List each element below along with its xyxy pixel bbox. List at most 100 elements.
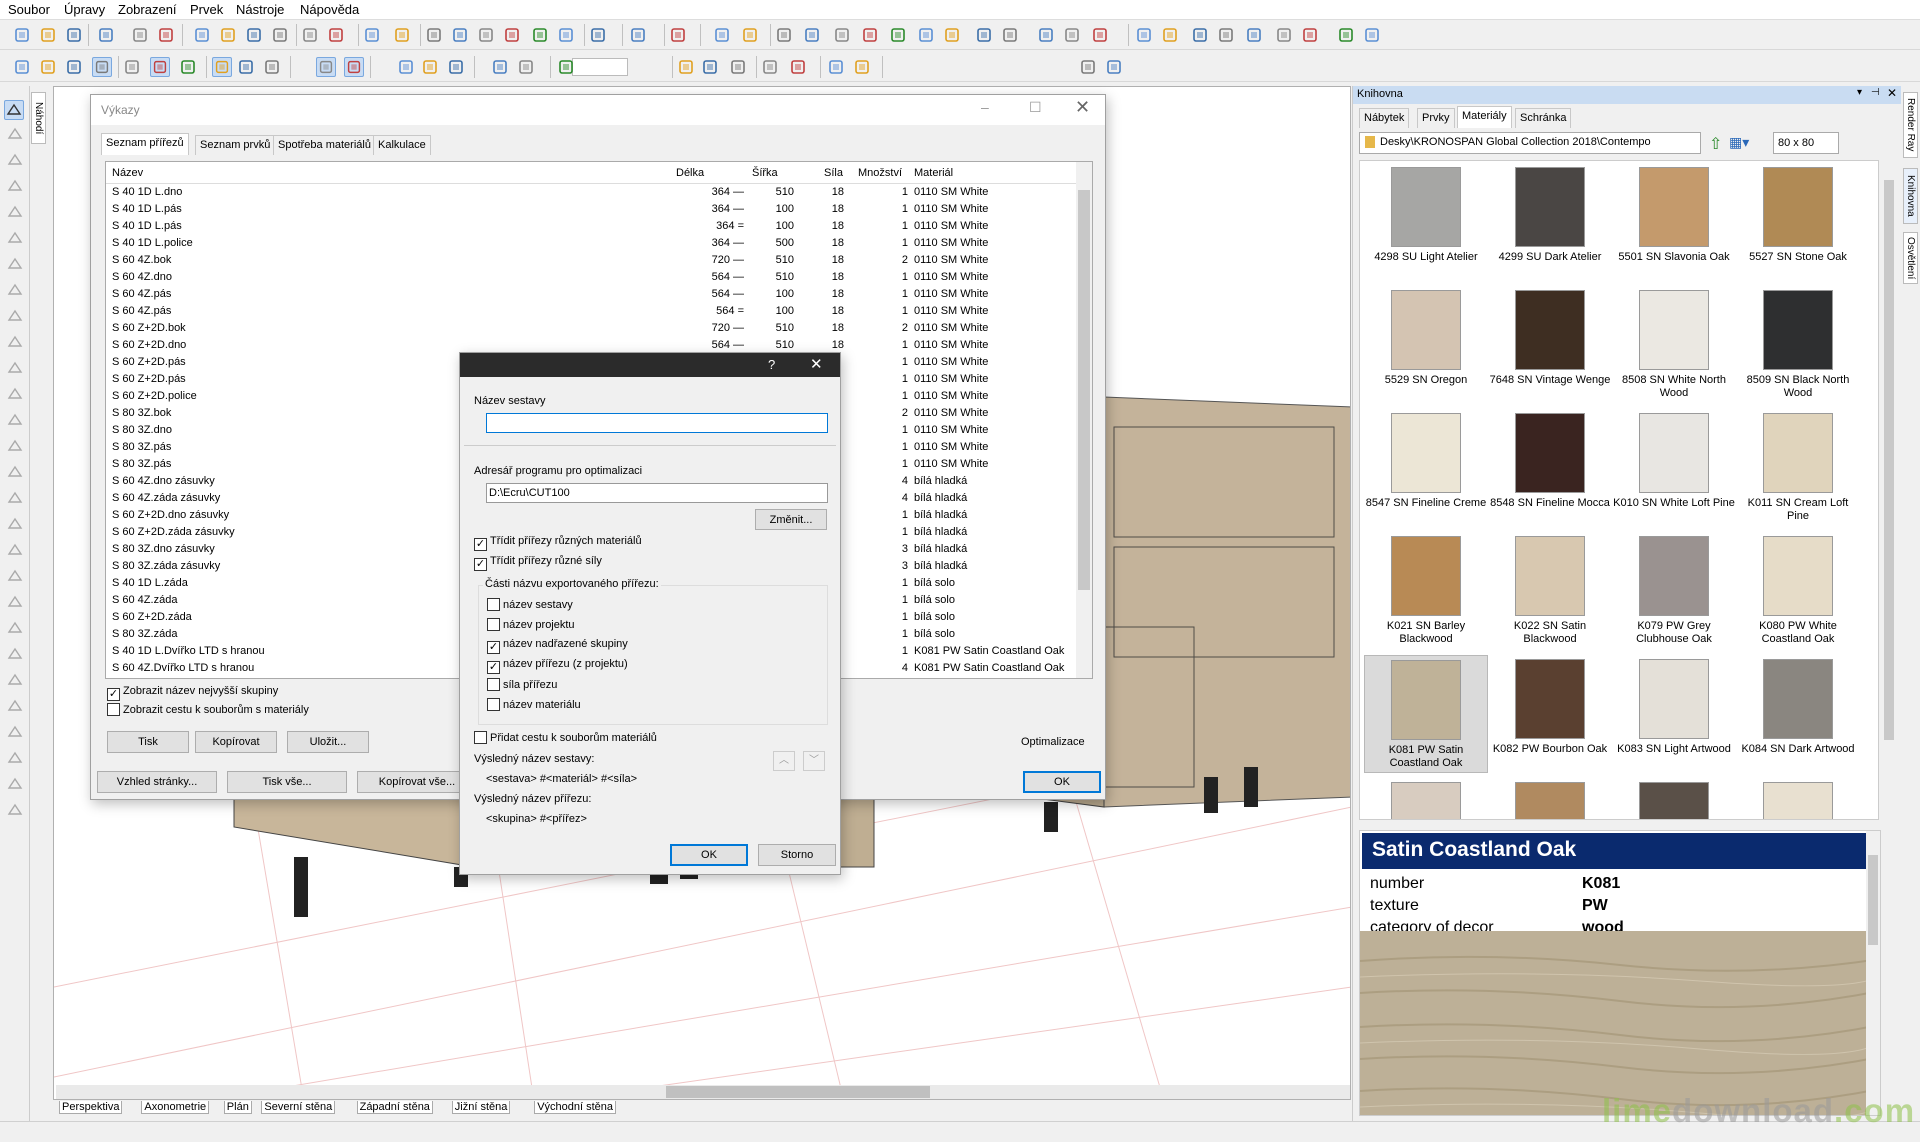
menu-item[interactable]: Nástroje: [236, 2, 284, 17]
toolbar-tool-icon[interactable]: [490, 57, 510, 77]
move-up-button[interactable]: ︿: [773, 751, 795, 771]
view-tab[interactable]: Jižní stěna: [451, 1101, 511, 1114]
toolbar-tool-icon[interactable]: [64, 25, 84, 45]
toolbar-tool-icon[interactable]: [316, 57, 336, 77]
menu-item[interactable]: Prvek: [190, 2, 223, 17]
swatch-scrollbar[interactable]: [1881, 160, 1897, 820]
panel-close-icon[interactable]: ✕: [1887, 86, 1897, 100]
library-tab[interactable]: Prvky: [1417, 108, 1455, 128]
left-tool-icon[interactable]: [6, 464, 24, 480]
side-tab-lighting[interactable]: Osvětlení: [1903, 232, 1918, 284]
toolbar-tool-icon[interactable]: [700, 57, 720, 77]
material-swatch[interactable]: 8547 SN Fineline Creme: [1364, 409, 1488, 527]
toolbar-tool-icon[interactable]: [1190, 25, 1210, 45]
toolbar-tool-icon[interactable]: [1134, 25, 1154, 45]
swatch-scrollbar-thumb[interactable]: [1884, 180, 1894, 740]
table-row[interactable]: S 60 4Z.pás 564 — 100 18 1 0110 SM White: [106, 286, 1063, 303]
part-checkbox[interactable]: síla přířezu: [487, 678, 557, 691]
side-tab-render[interactable]: Render Ray: [1903, 92, 1918, 158]
left-tool-icon[interactable]: [6, 282, 24, 298]
toolbar-tool-icon[interactable]: [530, 25, 550, 45]
optimization-label[interactable]: Optimalizace: [1021, 736, 1085, 748]
toolbar-tool-icon[interactable]: [802, 25, 822, 45]
left-tool-icon[interactable]: [6, 178, 24, 194]
material-swatch[interactable]: [1364, 778, 1488, 819]
toolbar-tool-icon[interactable]: [218, 25, 238, 45]
toolbar-tool-icon[interactable]: [396, 57, 416, 77]
part-checkbox[interactable]: název sestavy: [487, 598, 573, 611]
view-tab[interactable]: Západní stěna: [356, 1101, 433, 1114]
left-tool-icon[interactable]: [6, 516, 24, 532]
print-all-button[interactable]: Tisk vše...: [227, 771, 347, 793]
set-name-input[interactable]: [486, 413, 828, 433]
left-tool-icon[interactable]: [6, 308, 24, 324]
toolbar-tool-icon[interactable]: [64, 57, 84, 77]
toolbar-tool-icon[interactable]: [728, 57, 748, 77]
toolbar-tool-icon[interactable]: [236, 57, 256, 77]
left-tool-icon[interactable]: [6, 412, 24, 428]
left-tool-icon[interactable]: [6, 230, 24, 246]
toolbar-tool-icon[interactable]: [130, 25, 150, 45]
part-checkbox[interactable]: ✓ název přířezu (z projektu): [487, 658, 628, 674]
toolbar-tool-icon[interactable]: [1104, 57, 1124, 77]
toolbar-tool-icon[interactable]: [588, 25, 608, 45]
material-swatch[interactable]: 8509 SN Black North Wood: [1736, 286, 1860, 404]
toolbar-tool-icon[interactable]: [262, 57, 282, 77]
toolbar-tool-icon[interactable]: [1336, 25, 1356, 45]
toolbar-tool-icon[interactable]: [420, 57, 440, 77]
view-tab[interactable]: Severní stěna: [261, 1101, 336, 1114]
pin-icon[interactable]: ⊣: [1871, 87, 1880, 98]
library-tab[interactable]: Schránka: [1515, 108, 1572, 128]
material-swatch[interactable]: 5529 SN Oregon: [1364, 286, 1488, 404]
toolbar-tool-icon[interactable]: [12, 57, 32, 77]
left-tool-icon[interactable]: [6, 204, 24, 220]
vykazy-ok-button[interactable]: OK: [1023, 771, 1101, 793]
toolbar-tool-icon[interactable]: [192, 25, 212, 45]
menu-item[interactable]: Zobrazení: [118, 2, 177, 17]
toolbar-tool-icon[interactable]: [1090, 25, 1110, 45]
dialog-cancel-button[interactable]: Storno: [758, 844, 836, 866]
left-tool-icon[interactable]: [6, 672, 24, 688]
toolbar-tool-icon[interactable]: [1216, 25, 1236, 45]
zoom-combo[interactable]: [572, 58, 628, 76]
table-row[interactable]: S 60 Z+2D.bok 720 — 510 18 2 0110 SM White: [106, 320, 1063, 337]
left-tool-icon[interactable]: [6, 334, 24, 350]
toolbar-tool-icon[interactable]: [888, 25, 908, 45]
toolbar-tool-icon[interactable]: [92, 57, 112, 77]
toolbar-tool-icon[interactable]: [852, 57, 872, 77]
toolbar-tool-icon[interactable]: [1062, 25, 1082, 45]
table-scrollbar[interactable]: [1076, 162, 1092, 678]
toolbar-tool-icon[interactable]: [1362, 25, 1382, 45]
toolbar-tool-icon[interactable]: [1036, 25, 1056, 45]
left-tool-icon[interactable]: [6, 724, 24, 740]
detail-scrollbar[interactable]: [1866, 831, 1880, 1115]
report-tab[interactable]: Spotřeba materiálů: [273, 135, 376, 155]
toolbar-tool-icon[interactable]: [1244, 25, 1264, 45]
detail-scrollbar-thumb[interactable]: [1868, 855, 1878, 945]
sort-thickness-check[interactable]: ✓ Třídit přířezy různé síly: [474, 555, 602, 571]
toolbar-tool-icon[interactable]: [96, 25, 116, 45]
maximize-icon[interactable]: ☐: [1029, 99, 1042, 116]
dir-input[interactable]: [486, 483, 828, 503]
library-tab[interactable]: Nábytek: [1359, 108, 1410, 128]
table-row[interactable]: S 60 4Z.pás 564 = 100 18 1 0110 SM White: [106, 303, 1063, 320]
toolbar-tool-icon[interactable]: [1274, 25, 1294, 45]
toolbar-tool-icon[interactable]: [326, 25, 346, 45]
up-folder-icon[interactable]: ⇧: [1709, 134, 1722, 154]
left-tool-icon[interactable]: [6, 776, 24, 792]
library-tab[interactable]: Materiály: [1457, 106, 1512, 128]
table-row[interactable]: S 40 1D L.pás 364 = 100 18 1 0110 SM White: [106, 218, 1063, 235]
help-icon[interactable]: ?: [768, 357, 775, 372]
toolbar-tool-icon[interactable]: [774, 25, 794, 45]
minimize-icon[interactable]: ‒: [981, 99, 989, 115]
horizontal-scrollbar[interactable]: [56, 1085, 1350, 1099]
checkbox-icon[interactable]: [487, 598, 500, 611]
left-tool-icon[interactable]: [6, 126, 24, 142]
left-tool-icon[interactable]: [6, 360, 24, 376]
toolbar-tool-icon[interactable]: [270, 25, 290, 45]
toolbar-tool-icon[interactable]: [392, 25, 412, 45]
scrollbar-thumb[interactable]: [666, 1086, 930, 1098]
check-paths[interactable]: Zobrazit cestu k souborům s materiály: [107, 703, 309, 716]
toolbar-tool-icon[interactable]: [476, 25, 496, 45]
side-tab-nahodi[interactable]: Náhodí: [31, 92, 46, 144]
